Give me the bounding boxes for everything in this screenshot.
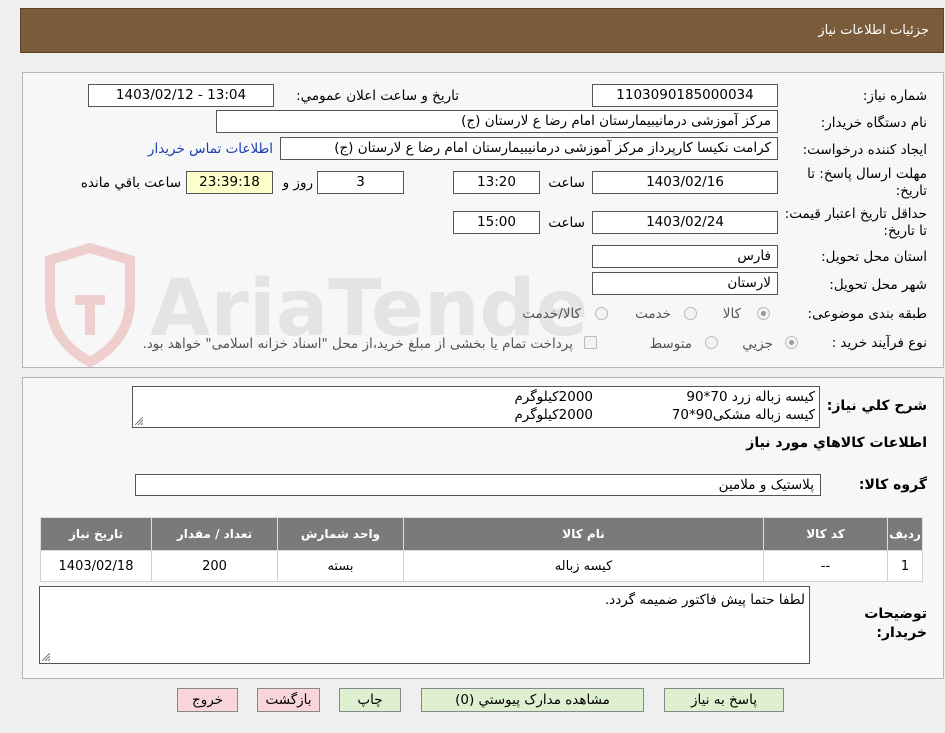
- process-label: نوع فرآيند خريد :: [831, 335, 927, 351]
- cell-code: --: [763, 550, 888, 582]
- creator-field: کرامت نکیسا کارپرداز مرکز آموزشی درمانیب…: [280, 137, 778, 160]
- summary-line-1-qty: 2000کیلوگرم: [514, 389, 593, 405]
- print-button[interactable]: چاپ: [339, 688, 401, 712]
- col-date: تاريخ نياز: [40, 517, 152, 551]
- category-goods-label: کالا: [722, 306, 741, 322]
- payment-note: پرداخت تمام يا بخشی از مبلغ خريد،از محل …: [142, 336, 573, 352]
- category-service-label: خدمت: [635, 306, 671, 322]
- creator-label: ايجاد کننده درخواست:: [802, 142, 927, 158]
- back-button[interactable]: بازگشت: [257, 688, 320, 712]
- table-row: 1 -- کيسه زباله بسته 200 1403/02/18: [40, 550, 923, 582]
- page-header: جزئيات اطلاعات نياز: [20, 8, 944, 53]
- process-minor-label: جزيي: [742, 336, 773, 352]
- deadline-time-field: 13:20: [453, 171, 540, 194]
- process-medium-radio[interactable]: [705, 336, 718, 349]
- resize-grip-icon[interactable]: [135, 417, 143, 425]
- category-both-label: کالا/خدمت: [522, 306, 581, 322]
- cell-unit: بسته: [277, 550, 404, 582]
- category-both-radio[interactable]: [595, 307, 608, 320]
- validity-date-field: 1403/02/24: [592, 211, 778, 234]
- announce-datetime-field: 1403/02/12 - 13:04: [88, 84, 274, 107]
- goods-table: رديف کد کالا نام کالا واحد شمارش تعداد /…: [40, 517, 923, 582]
- process-minor-radio[interactable]: [785, 336, 798, 349]
- category-label: طبقه بندی موضوعی:: [807, 306, 927, 322]
- buyer-org-label: نام دستگاه خريدار:: [820, 115, 927, 131]
- validity-time-label: ساعت: [548, 215, 585, 231]
- days-remaining-field: 3: [317, 171, 404, 194]
- validity-label: حداقل تاريخ اعتبار قيمت: تا تاريخ:: [784, 206, 927, 239]
- buyer-notes-label: توضيحات خريدار:: [864, 606, 927, 641]
- cell-date: 1403/02/18: [40, 550, 152, 582]
- col-unit: واحد شمارش: [277, 517, 404, 551]
- remaining-label: ساعت باقي مانده: [80, 175, 181, 191]
- view-attachments-button[interactable]: مشاهده مدارک پيوستي (0): [421, 688, 644, 712]
- summary-textarea[interactable]: کیسه زباله زرد 70*90 2000کیلوگرم کیسه زب…: [132, 386, 820, 428]
- col-qty: تعداد / مقدار: [151, 517, 278, 551]
- announce-label: تاريخ و ساعت اعلان عمومي:: [296, 88, 459, 104]
- city-field: لارستان: [592, 272, 778, 295]
- need-number-field: 1103090185000034: [592, 84, 778, 107]
- col-row: رديف: [887, 517, 923, 551]
- buyer-contact-link[interactable]: اطلاعات تماس خريدار: [148, 141, 273, 157]
- deadline-time-label: ساعت: [548, 175, 585, 191]
- goods-group-field: پلاستیک و ملامین: [135, 474, 821, 496]
- cell-row: 1: [887, 550, 923, 582]
- summary-line-2-qty: 2000کیلوگرم: [514, 407, 593, 423]
- goods-info-title: اطلاعات کالاهاي مورد نياز: [746, 435, 927, 451]
- goods-group-label: گروه کالا:: [858, 477, 927, 493]
- summary-line-2: کیسه زباله مشکی90*70: [671, 407, 815, 423]
- province-field: فارس: [592, 245, 778, 268]
- buyer-notes-textarea[interactable]: لطفا حتما پیش فاکتور ضمیمه گردد.: [39, 586, 810, 664]
- cell-name: کيسه زباله: [403, 550, 764, 582]
- validity-time-field: 15:00: [453, 211, 540, 234]
- col-code: کد کالا: [763, 517, 888, 551]
- days-label: روز و: [282, 175, 313, 191]
- need-number-label: شماره نياز:: [862, 88, 927, 104]
- province-label: استان محل تحويل:: [821, 249, 927, 265]
- buyer-notes-text: لطفا حتما پیش فاکتور ضمیمه گردد.: [604, 592, 805, 608]
- reply-button[interactable]: پاسخ به نياز: [664, 688, 784, 712]
- exit-button[interactable]: خروج: [177, 688, 238, 712]
- process-medium-label: متوسط: [649, 336, 692, 352]
- category-service-radio[interactable]: [684, 307, 697, 320]
- remaining-time-field: 23:39:18: [186, 171, 273, 194]
- col-name: نام کالا: [403, 517, 764, 551]
- city-label: شهر محل تحويل:: [829, 277, 927, 293]
- summary-label: شرح کلي نياز:: [826, 398, 927, 414]
- resize-grip-icon[interactable]: [42, 653, 50, 661]
- deadline-label: مهلت ارسال پاسخ: تا تاريخ:: [807, 166, 927, 199]
- summary-line-1: کیسه زباله زرد 70*90: [686, 389, 815, 405]
- category-goods-radio[interactable]: [757, 307, 770, 320]
- page-title: جزئيات اطلاعات نياز: [818, 23, 929, 38]
- cell-qty: 200: [151, 550, 278, 582]
- deadline-date-field: 1403/02/16: [592, 171, 778, 194]
- buyer-org-field: مرکز آموزشی درمانیبیمارستان امام رضا ع ل…: [216, 110, 778, 133]
- treasury-checkbox[interactable]: [584, 336, 597, 349]
- goods-table-header: رديف کد کالا نام کالا واحد شمارش تعداد /…: [40, 517, 923, 551]
